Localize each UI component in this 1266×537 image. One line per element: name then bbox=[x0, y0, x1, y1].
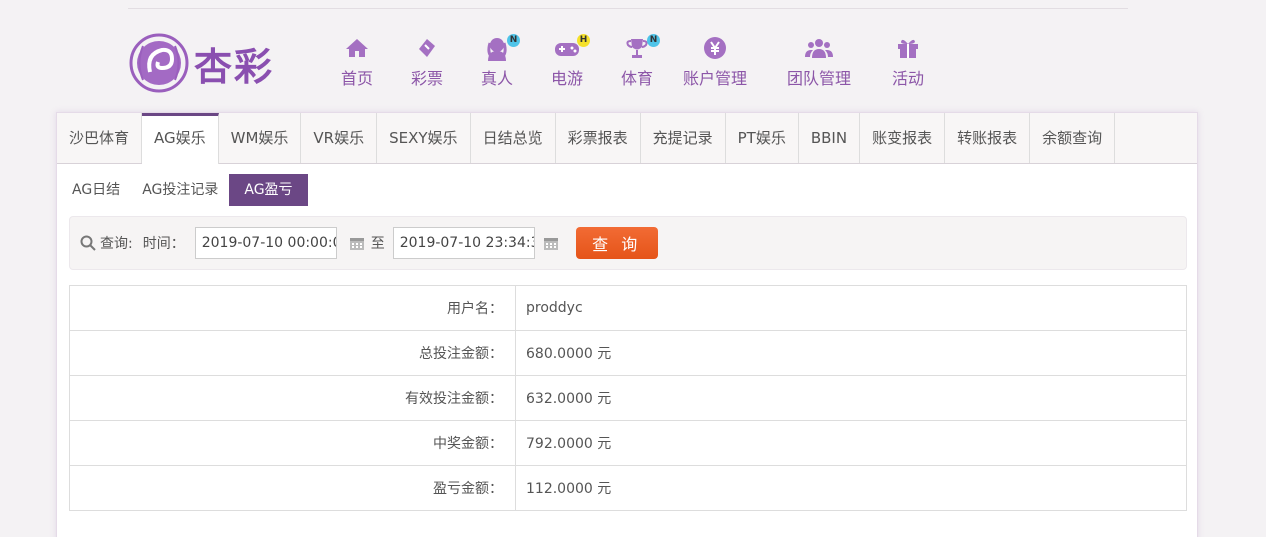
search-bar: 查询: 时间： 至 查 询 bbox=[69, 216, 1187, 270]
calendar-icon[interactable] bbox=[349, 235, 365, 251]
home-icon bbox=[342, 36, 372, 60]
tab-sexy[interactable]: SEXY娱乐 bbox=[377, 113, 471, 163]
report-tabs: 沙巴体育 AG娱乐 WM娱乐 VR娱乐 SEXY娱乐 日结总览 彩票报表 充提记… bbox=[57, 113, 1197, 164]
table-row: 中奖金额： 792.0000 元 bbox=[69, 420, 1187, 466]
tab-bbin[interactable]: BBIN bbox=[799, 113, 861, 163]
start-time-input[interactable] bbox=[194, 227, 337, 259]
row-key: 总投注金额： bbox=[69, 330, 516, 376]
team-icon bbox=[804, 36, 834, 60]
query-label: 查询: bbox=[100, 236, 133, 252]
row-value: 632.0000 元 bbox=[515, 375, 1187, 421]
row-value: 112.0000 元 bbox=[515, 465, 1187, 511]
tab-pt[interactable]: PT娱乐 bbox=[726, 113, 799, 163]
subtab-ag-daily[interactable]: AG日结 bbox=[61, 174, 131, 206]
nav-live[interactable]: N 真人 bbox=[470, 34, 524, 92]
tab-lottery-report[interactable]: 彩票报表 bbox=[556, 113, 641, 163]
nav-events[interactable]: 活动 bbox=[888, 36, 928, 92]
nav-home[interactable]: 首页 bbox=[330, 36, 384, 92]
table-row: 有效投注金额： 632.0000 元 bbox=[69, 375, 1187, 421]
row-key: 盈亏金额： bbox=[69, 465, 516, 511]
search-icon bbox=[80, 235, 96, 251]
query-button[interactable]: 查 询 bbox=[575, 227, 658, 259]
main-nav: 首页 彩票 N 真人 H 电游 N 体育 账户管理 团队管理 活动 bbox=[330, 34, 928, 92]
trophy-icon: N bbox=[622, 34, 660, 60]
end-time-input[interactable] bbox=[392, 227, 535, 259]
tab-ag[interactable]: AG娱乐 bbox=[142, 113, 219, 164]
row-value: 680.0000 元 bbox=[515, 330, 1187, 376]
row-value: 792.0000 元 bbox=[515, 420, 1187, 466]
hot-badge: H bbox=[577, 34, 590, 47]
gift-icon bbox=[893, 36, 923, 60]
row-key: 有效投注金额： bbox=[69, 375, 516, 421]
table-row: 用户名： proddyc bbox=[69, 285, 1187, 331]
tab-daily-overview[interactable]: 日结总览 bbox=[471, 113, 556, 163]
tab-vr[interactable]: VR娱乐 bbox=[301, 113, 378, 163]
report-panel: 沙巴体育 AG娱乐 WM娱乐 VR娱乐 SEXY娱乐 日结总览 彩票报表 充提记… bbox=[56, 112, 1198, 537]
nav-egames[interactable]: H 电游 bbox=[540, 34, 594, 92]
new-badge: N bbox=[507, 34, 520, 47]
nav-lottery[interactable]: 彩票 bbox=[400, 36, 454, 92]
logo-text: 杏彩 bbox=[194, 43, 275, 89]
tab-account-change[interactable]: 账变报表 bbox=[860, 113, 946, 163]
tab-balance-query[interactable]: 余额查询 bbox=[1030, 113, 1116, 163]
tab-transfer-report[interactable]: 转账报表 bbox=[945, 113, 1031, 163]
ticket-icon bbox=[412, 36, 442, 60]
top-divider bbox=[128, 8, 1128, 9]
new-badge: N bbox=[647, 34, 660, 47]
live-dealer-icon: N bbox=[482, 34, 520, 61]
subtab-ag-profit[interactable]: AG盈亏 bbox=[229, 174, 308, 206]
flower-emblem-icon bbox=[129, 33, 189, 93]
sub-tabs: AG日结 AG投注记录 AG盈亏 bbox=[61, 174, 1197, 206]
row-value: proddyc bbox=[515, 285, 1187, 331]
nav-sports[interactable]: N 体育 bbox=[610, 34, 664, 92]
profit-table: 用户名： proddyc 总投注金额： 680.0000 元 有效投注金额： 6… bbox=[69, 285, 1187, 511]
nav-team[interactable]: 团队管理 bbox=[784, 36, 854, 92]
yen-icon bbox=[700, 36, 730, 60]
tab-deposit-withdraw[interactable]: 充提记录 bbox=[641, 113, 726, 163]
to-label: 至 bbox=[370, 236, 385, 252]
site-logo[interactable]: 杏彩 bbox=[128, 32, 283, 94]
gamepad-icon: H bbox=[552, 34, 590, 60]
tab-saba-sports[interactable]: 沙巴体育 bbox=[57, 113, 143, 163]
nav-account[interactable]: 账户管理 bbox=[680, 36, 750, 92]
table-row: 盈亏金额： 112.0000 元 bbox=[69, 465, 1187, 511]
row-key: 用户名： bbox=[69, 285, 516, 331]
table-row: 总投注金额： 680.0000 元 bbox=[69, 330, 1187, 376]
subtab-ag-bets[interactable]: AG投注记录 bbox=[131, 174, 229, 206]
time-label: 时间： bbox=[142, 236, 185, 252]
row-key: 中奖金额： bbox=[69, 420, 516, 466]
tab-wm[interactable]: WM娱乐 bbox=[219, 113, 302, 163]
calendar-icon[interactable] bbox=[543, 235, 559, 251]
